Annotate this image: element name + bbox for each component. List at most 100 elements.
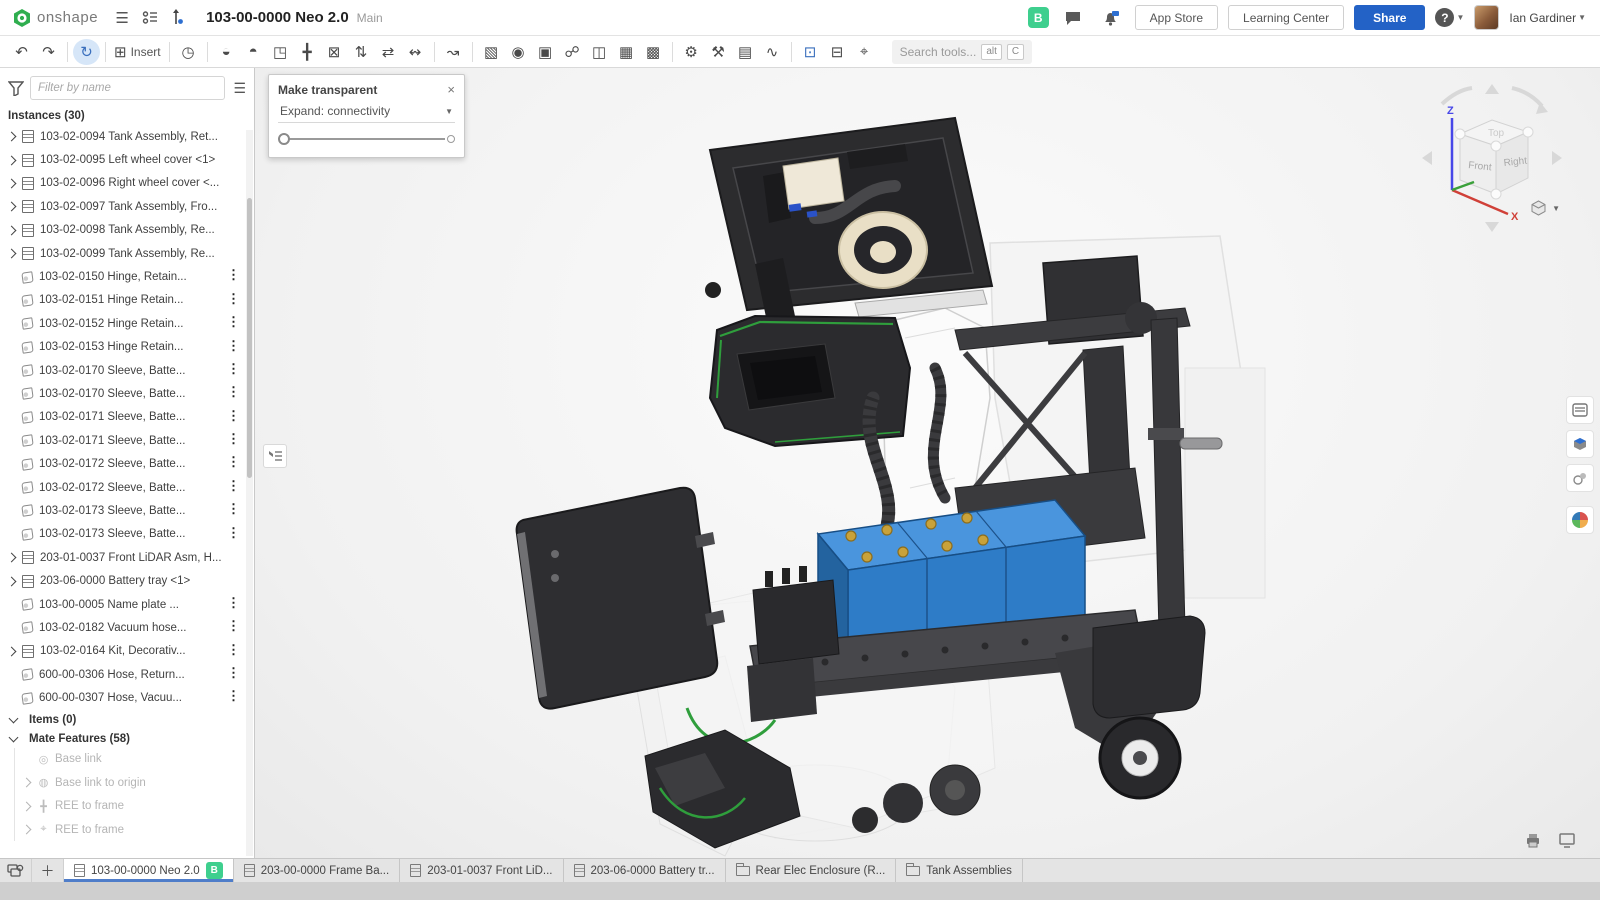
scrollbar-thumb[interactable] <box>247 198 252 478</box>
spline-icon[interactable]: ∿ <box>759 39 786 65</box>
chevron-right-icon[interactable] <box>7 155 17 165</box>
instance-row[interactable]: 103-02-0171 Sleeve, Batte...⋮ <box>0 406 254 429</box>
mate-icon[interactable]: ◒ <box>213 39 240 65</box>
view-rotate-up-arrow[interactable] <box>1485 84 1499 94</box>
user-menu[interactable]: Ian Gardiner ▼ <box>1509 11 1586 25</box>
3d-viewport[interactable]: Make transparent × Expand: connectivity … <box>255 68 1600 858</box>
paste-icon[interactable]: ⊟ <box>824 39 851 65</box>
insert-button[interactable]: ⊞Insert <box>111 39 164 65</box>
share-button[interactable]: Share <box>1354 5 1425 30</box>
paste-special-icon[interactable]: ⊡ <box>797 39 824 65</box>
instance-row[interactable]: 103-02-0150 Hinge, Retain...⋮ <box>0 265 254 288</box>
bom-table-icon[interactable]: ▦ <box>613 39 640 65</box>
slider-track[interactable] <box>284 138 445 140</box>
release-badge[interactable]: B <box>1028 7 1049 28</box>
app-store-button[interactable]: App Store <box>1135 5 1218 30</box>
instance-row[interactable]: 103-02-0173 Sleeve, Batte...⋮ <box>0 523 254 546</box>
search-tools-box[interactable]: Search tools... alt C <box>892 40 1033 64</box>
instance-row[interactable]: 103-02-0173 Sleeve, Batte...⋮ <box>0 499 254 522</box>
versions-icon[interactable] <box>136 5 164 31</box>
instance-row[interactable]: 103-02-0182 Vacuum hose...⋮ <box>0 616 254 639</box>
fastened-mate-icon[interactable]: ╋ <box>294 39 321 65</box>
redo-icon[interactable]: ↷ <box>35 39 62 65</box>
instance-row[interactable]: 103-02-0094 Tank Assembly, Ret... <box>0 125 254 148</box>
instance-row[interactable]: 103-02-0098 Tank Assembly, Re... <box>0 219 254 242</box>
comments-icon[interactable] <box>1059 5 1087 31</box>
select-parts-icon[interactable]: ▣ <box>532 39 559 65</box>
add-tab-button[interactable]: ＋ <box>32 859 64 882</box>
onshape-logo[interactable]: onshape <box>0 8 108 28</box>
view-rotate-down-arrow[interactable] <box>1485 222 1499 232</box>
instance-row[interactable]: 103-02-0151 Hinge Retain...⋮ <box>0 289 254 312</box>
replicate-icon[interactable]: ◫ <box>586 39 613 65</box>
planar-mate-icon[interactable]: ⊠ <box>321 39 348 65</box>
view-rotate-left-arrow[interactable] <box>1422 151 1432 165</box>
help-menu[interactable]: ? ▼ <box>1435 8 1464 27</box>
rotate-view-icon[interactable]: ↻ <box>73 39 100 65</box>
cylindrical-mate-icon[interactable]: ⇅ <box>348 39 375 65</box>
section-view-icon[interactable] <box>1566 464 1594 492</box>
instance-row[interactable]: 600-00-0306 Hose, Return...⋮ <box>0 663 254 686</box>
instance-row[interactable]: 103-02-0171 Sleeve, Batte...⋮ <box>0 429 254 452</box>
instance-row[interactable]: 103-02-0096 Right wheel cover <... <box>0 172 254 195</box>
main-menu-icon[interactable]: ☰ <box>108 5 136 31</box>
group-icon[interactable]: ▧ <box>478 39 505 65</box>
chevron-right-icon[interactable] <box>7 132 17 142</box>
chevron-right-icon[interactable] <box>22 778 32 788</box>
tab-manager-icon[interactable] <box>0 859 32 882</box>
display-options-icon[interactable] <box>1566 430 1594 458</box>
chevron-right-icon[interactable] <box>7 202 17 212</box>
chevron-right-icon[interactable] <box>7 225 17 235</box>
items-header[interactable]: Items (0) <box>0 710 254 729</box>
list-settings-icon[interactable]: ☰ <box>231 78 248 99</box>
chevron-right-icon[interactable] <box>7 553 17 563</box>
flattened-bom-icon[interactable] <box>1566 396 1594 424</box>
measure-icon[interactable]: ⌖ <box>851 39 878 65</box>
mate-feature-row[interactable]: ⌖REE to frame <box>15 818 254 841</box>
document-tab[interactable]: 203-01-0037 Front LiD... <box>400 859 563 882</box>
avatar[interactable] <box>1474 5 1499 30</box>
view-roll-cw-arrow[interactable] <box>1512 88 1542 106</box>
history-icon[interactable]: ◷ <box>175 39 202 65</box>
instance-row[interactable]: 103-02-0152 Hinge Retain...⋮ <box>0 312 254 335</box>
pin-slot-mate-icon[interactable]: ⇄ <box>375 39 402 65</box>
chevron-right-icon[interactable] <box>7 646 17 656</box>
instance-row[interactable]: 103-02-0164 Kit, Decorativ...⋮ <box>0 640 254 663</box>
instance-row[interactable]: 103-02-0170 Sleeve, Batte...⋮ <box>0 382 254 405</box>
transparency-slider[interactable] <box>278 133 455 145</box>
workspace-name[interactable]: Main <box>357 11 383 25</box>
document-tab[interactable]: 103-00-0000 Neo 2.0B <box>64 859 234 882</box>
instance-row[interactable]: 600-00-0307 Hose, Vacuu...⋮ <box>0 686 254 709</box>
branch-icon[interactable] <box>164 5 192 31</box>
mate-features-header[interactable]: Mate Features (58) <box>0 729 254 748</box>
panel-scrollbar[interactable] <box>246 130 253 856</box>
fastener-icon[interactable]: ⚒ <box>705 39 732 65</box>
chevron-right-icon[interactable] <box>7 179 17 189</box>
mate-feature-row[interactable]: ◍Base link to origin <box>15 771 254 794</box>
ball-mate-icon[interactable]: ↭ <box>402 39 429 65</box>
filter-input[interactable] <box>30 76 225 100</box>
instance-row[interactable]: 103-02-0095 Left wheel cover <1> <box>0 148 254 171</box>
mate-connector-icon[interactable]: ◉ <box>505 39 532 65</box>
mate-feature-row[interactable]: ◎Base link <box>15 748 254 771</box>
instance-row[interactable]: 203-06-0000 Battery tray <1> <box>0 569 254 592</box>
linked-parts-icon[interactable]: ☍ <box>559 39 586 65</box>
instance-row[interactable]: 103-02-0153 Hinge Retain...⋮ <box>0 336 254 359</box>
display-states-icon[interactable]: ▤ <box>732 39 759 65</box>
revolute-mate-icon[interactable]: ◓ <box>240 39 267 65</box>
fullscreen-icon[interactable] <box>1558 833 1576 848</box>
slider-mate-icon[interactable]: ◳ <box>267 39 294 65</box>
gear-icon[interactable]: ⚙ <box>678 39 705 65</box>
chevron-right-icon[interactable] <box>22 825 32 835</box>
robot-model[interactable] <box>255 68 1600 858</box>
instance-row[interactable]: 103-02-0099 Tank Assembly, Re... <box>0 242 254 265</box>
expand-mode-select[interactable]: Expand: connectivity ▼ <box>278 102 455 123</box>
view-roll-ccw-arrow[interactable] <box>1442 88 1472 104</box>
learning-center-button[interactable]: Learning Center <box>1228 5 1344 30</box>
instance-row[interactable]: 103-02-0172 Sleeve, Batte...⋮ <box>0 452 254 475</box>
mate-feature-row[interactable]: ╋REE to frame <box>15 795 254 818</box>
chevron-right-icon[interactable] <box>7 249 17 259</box>
instance-row[interactable]: 103-02-0172 Sleeve, Batte...⋮ <box>0 476 254 499</box>
notifications-icon[interactable] <box>1097 5 1125 31</box>
document-tab[interactable]: Rear Elec Enclosure (R... <box>726 859 897 882</box>
